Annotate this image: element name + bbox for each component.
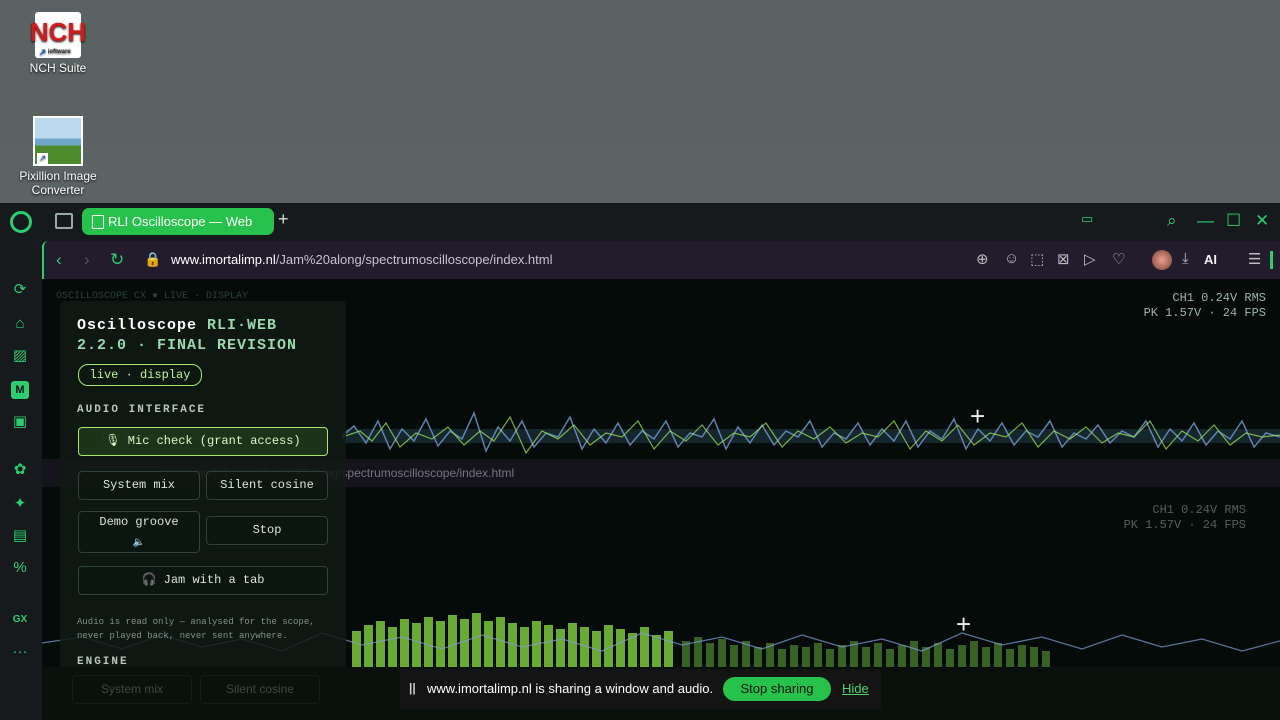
desktop: NCHSoftware NCH Suite Pixillion Image Co… [0,0,1280,720]
easy-setup-icon[interactable]: ☰ [1248,250,1261,268]
back-icon[interactable]: ‹ [56,250,62,270]
nch-suite-shortcut[interactable]: NCHSoftware NCH Suite [8,12,108,75]
stop-sharing-button[interactable]: Stop sharing [723,677,831,701]
tab-title: RLI Oscilloscope — Web [108,214,253,229]
screen-share-bar: || www.imortalimp.nl is sharing a window… [400,669,881,709]
heart-icon[interactable]: ♡ [1112,250,1125,268]
panel-title: Oscilloscope RLI·WEB 2.2.0 · FINAL REVIS… [77,316,297,356]
demo-groove-button[interactable]: Demo groove 🔈 [78,511,200,553]
gx-icon[interactable]: GX [11,611,29,629]
workspace-icon[interactable]: ▨ [11,347,29,365]
ghost-system-mix: System mix [72,675,192,704]
crosshair-upper-icon: + [970,401,986,431]
shopping-icon[interactable]: ⌂ [11,315,29,333]
panel-title-version: 2.2.0 · FINAL REVISION [77,337,298,354]
drag-handle-icon[interactable]: || [409,681,416,695]
nch-suite-label: NCH Suite [29,61,87,75]
headphones-icon: 🎧 [141,573,164,587]
send-icon[interactable]: ▷ [1084,250,1096,268]
twitch-icon[interactable]: ▤ [11,527,29,545]
messenger-icon[interactable]: M [11,381,29,399]
hide-button[interactable]: Hide [842,681,869,696]
pixillion-shortcut[interactable]: Pixillion Image Converter [8,116,108,197]
jam-with-tab-label: Jam with a tab [163,573,265,587]
more-icon[interactable]: ··· [11,643,29,661]
mic-icon: 🎙 [105,434,128,448]
ai-button[interactable]: AI [1204,252,1217,267]
tab-bar: RLI Oscilloscope — Web + ▭ ⌕ — ☐ ✕ [0,203,1280,239]
live-display-badge: live · display [78,364,202,386]
nch-suite-icon: NCH Software [30,12,86,58]
audio-interface-label: AUDIO INTERFACE [77,404,207,416]
snap-icon[interactable]: ▭ [1081,211,1093,227]
readout-rms: CH1 0.24V RMS [1172,291,1266,305]
download-icon[interactable]: ⤓ [1182,250,1189,267]
control-panel: Oscilloscope RLI·WEB 2.2.0 · FINAL REVIS… [60,301,346,667]
opera-logo-icon[interactable] [10,211,32,233]
share-message: www.imortalimp.nl is sharing a window an… [427,681,714,696]
pixillion-label: Pixillion Image Converter [19,169,97,197]
page-favicon-icon [92,215,104,229]
mic-check-label: Mic check (grant access) [127,434,301,448]
scope-readout: CH1 0.24V RMS PK 1.57V · 24 FPS [1144,291,1266,321]
ghost-silent-cosine: Silent cosine [200,675,320,704]
engine-label: ENGINE [77,656,129,667]
tab-islands-icon[interactable] [55,213,73,229]
forward-icon[interactable]: › [84,250,90,270]
oscilloscope-page: OSCILLOSCOPE CX ● LIVE · DISPLAY CH1 0.2… [42,279,1280,667]
chatgpt-icon[interactable]: ✿ [11,461,29,479]
speed-dial-icon[interactable]: ⟳ [11,281,29,299]
aria-icon[interactable]: ✦ [11,495,29,513]
emoji-icon[interactable]: ☺ [1004,250,1019,267]
gift-icon[interactable]: ▣ [11,413,29,431]
close-icon[interactable]: ✕ [1255,211,1269,231]
reload-icon[interactable]: ↻ [110,250,124,270]
jam-with-tab-button[interactable]: 🎧 Jam with a tab [78,566,328,595]
url-field[interactable]: www.imortalimp.nl/Jam%20along/spectrumos… [171,252,553,267]
mic-check-button[interactable]: 🎙 Mic check (grant access) [78,427,328,456]
zoom-icon[interactable]: ⊕ [976,250,989,268]
system-mix-button[interactable]: System mix [78,471,200,500]
avatar[interactable] [1152,250,1172,270]
snapshot-icon[interactable]: ⬚ [1030,250,1044,268]
silent-cosine-button[interactable]: Silent cosine [206,471,328,500]
panel-title-main: Oscilloscope [77,317,198,334]
speaker-icon: 🔈 [132,538,146,549]
maximize-icon[interactable]: ☐ [1226,211,1241,231]
search-icon[interactable]: ⌕ [1167,211,1177,231]
ghost-readout: CH1 0.24V RMS PK 1.57V · 24 FPS [1124,503,1246,533]
privacy-note: Audio is read only — analysed for the sc… [77,617,315,641]
minimize-icon[interactable]: — [1197,211,1214,231]
ghost-readout-pk: PK 1.57V · 24 FPS [1123,518,1246,532]
new-tab-icon[interactable]: + [278,209,289,230]
demo-groove-label: Demo groove [99,515,179,529]
ghost-readout-rms: CH1 0.24V RMS [1152,503,1246,517]
panel-title-brand: RLI·WEB [207,317,278,334]
readout-pk: PK 1.57V · 24 FPS [1143,306,1266,320]
scroll-indicator [1270,251,1273,269]
opera-sidebar: ⟳ ⌂ ▨ M ▣ ✿ ✦ ▤ % GX ··· [0,239,40,720]
percent-icon[interactable]: % [11,559,29,577]
adblock-icon[interactable]: ⊠ [1057,250,1070,268]
crosshair-lower-icon: + [956,609,972,639]
lock-icon[interactable]: 🔒 [144,251,161,268]
pixillion-icon [33,116,83,166]
tab-oscilloscope[interactable]: RLI Oscilloscope — Web [82,208,274,235]
address-bar: ‹ › ↻ 🔒 www.imortalimp.nl/Jam%20along/sp… [42,241,1280,279]
stop-button[interactable]: Stop [206,516,328,545]
browser-window: RLI Oscilloscope — Web + ▭ ⌕ — ☐ ✕ ⟳ ⌂ ▨… [0,203,1280,720]
